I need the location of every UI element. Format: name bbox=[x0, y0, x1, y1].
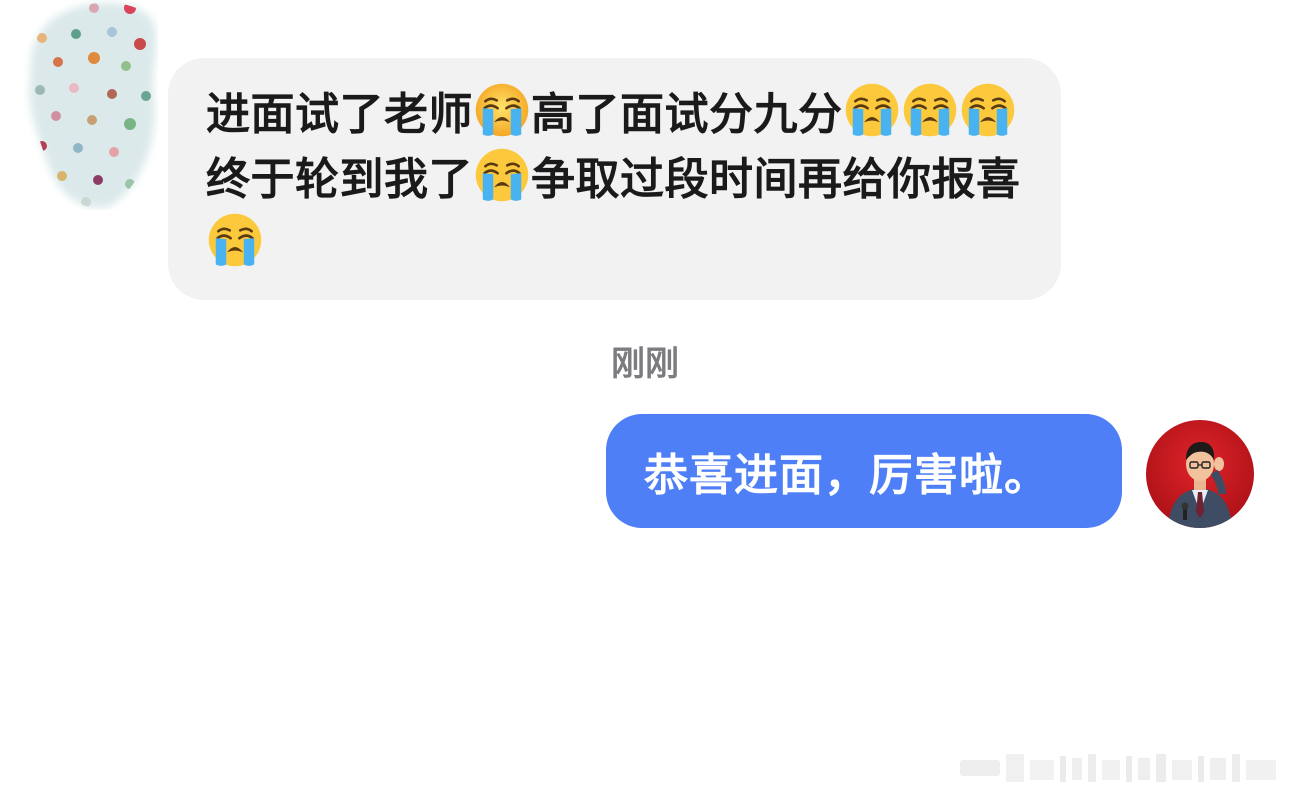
loudly-crying-face-emoji-icon bbox=[903, 83, 956, 137]
loudly-crying-face-emoji-icon bbox=[475, 148, 529, 202]
message-text-segment: 高了面试分九分 bbox=[531, 89, 843, 140]
message-text-segment: 终于轮到我了 bbox=[206, 154, 473, 205]
message-timestamp: 刚刚 bbox=[611, 344, 679, 384]
outgoing-message-text: 恭喜进面，厉害啦。 bbox=[644, 450, 1049, 501]
loudly-crying-face-emoji-icon bbox=[208, 213, 262, 267]
self-avatar[interactable] bbox=[1146, 420, 1254, 528]
loudly-crying-face-emoji-icon bbox=[475, 83, 529, 137]
loudly-crying-face-emoji-icon bbox=[961, 83, 1014, 137]
incoming-message-text: 进面试了老师 高了面试分九分终于轮到我了 争取过段时间再给你报喜 bbox=[206, 82, 1031, 277]
sender-avatar[interactable] bbox=[22, 0, 158, 210]
loudly-crying-face-emoji-icon bbox=[845, 83, 898, 137]
message-text-segment: 进面试了老师 bbox=[206, 89, 473, 140]
incoming-message-bubble[interactable]: 进面试了老师 高了面试分九分终于轮到我了 争取过段时间再给你报喜 bbox=[168, 58, 1061, 300]
message-text-segment: 争取过段时间再给你报喜 bbox=[531, 154, 1021, 205]
watermark-image bbox=[960, 746, 1280, 790]
outgoing-message-bubble[interactable]: 恭喜进面，厉害啦。 bbox=[606, 414, 1122, 528]
